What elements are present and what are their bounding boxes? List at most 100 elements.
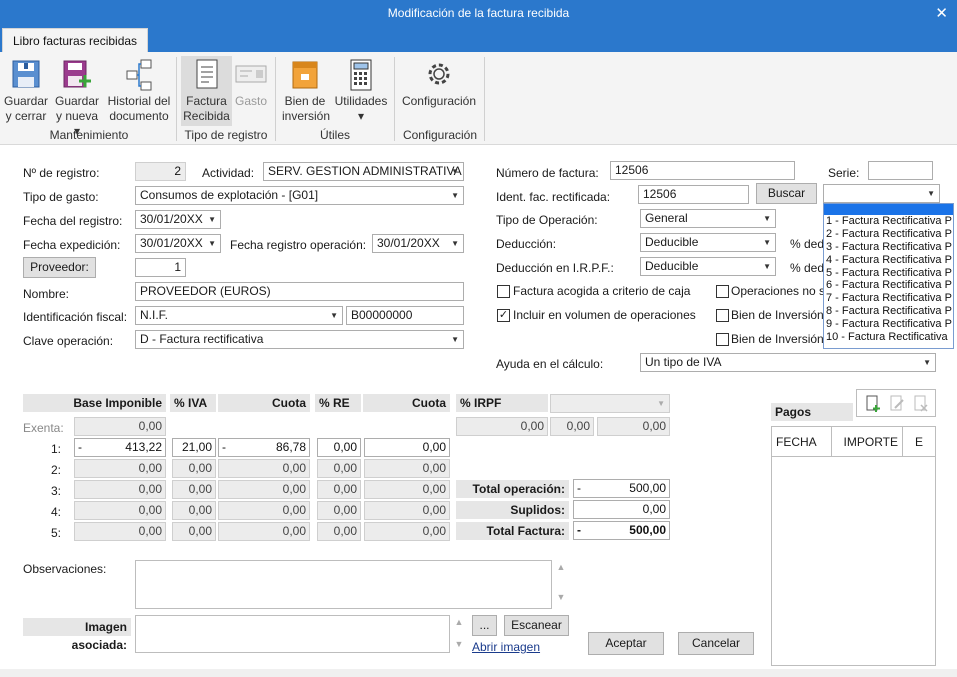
dropdown-item[interactable]: 10 - Factura Rectificativa — [824, 331, 953, 344]
dropdown-item[interactable]: 4 - Factura Rectificativa P — [824, 254, 953, 267]
cuota-re-input-5[interactable]: 0,00 — [364, 522, 450, 541]
base-input-3[interactable]: 0,00 — [74, 480, 166, 499]
iva-input-2[interactable]: 0,00 — [172, 459, 216, 478]
utilidades-button[interactable]: Utilidades ▾ — [333, 58, 389, 124]
dropdown-item[interactable]: 5 - Factura Rectificativa P — [824, 267, 953, 280]
dropdown-item[interactable]: 2 - Factura Rectificativa P — [824, 228, 953, 241]
criterio-caja-checkbox[interactable] — [497, 285, 510, 298]
num-registro-input[interactable]: 2 — [135, 162, 186, 181]
pagos-col-fecha[interactable]: FECHA — [772, 427, 832, 457]
ayuda-select[interactable]: Un tipo de IVA ▼ — [640, 353, 936, 372]
gear-icon — [423, 58, 455, 92]
cancelar-button[interactable]: Cancelar — [678, 632, 754, 655]
chevron-down-icon: ▼ — [330, 311, 338, 320]
re-input-5[interactable]: 0,00 — [317, 522, 361, 541]
close-icon[interactable]: ✕ — [935, 4, 948, 22]
tab-libro-facturas[interactable]: Libro facturas recibidas — [2, 28, 149, 53]
dropdown-item[interactable]: 8 - Factura Rectificativa P — [824, 305, 953, 318]
dropdown-item[interactable]: 1 - Factura Rectificativa P — [824, 215, 953, 228]
bien-inversion-button[interactable]: Bien de inversión — [282, 58, 330, 124]
deduccion-select[interactable]: Deducible ▼ — [640, 233, 776, 252]
expense-ticket-icon — [235, 58, 267, 92]
chevron-down-icon: ▼ — [763, 214, 771, 223]
ayuda-label: Ayuda en el cálculo: — [496, 357, 604, 371]
re-input-4[interactable]: 0,00 — [317, 501, 361, 520]
fecha-expedicion-input[interactable]: 30/01/20XX ▼ — [135, 234, 221, 253]
cuota-re-input-3[interactable]: 0,00 — [364, 480, 450, 499]
cuota-re-input-4[interactable]: 0,00 — [364, 501, 450, 520]
edit-document-icon[interactable] — [889, 395, 905, 416]
observaciones-scrollbar[interactable]: ▲ ▼ — [554, 562, 568, 608]
re-input-1[interactable]: 0,00 — [317, 438, 361, 457]
exenta-input[interactable]: 0,00 — [74, 417, 166, 436]
guardar-cerrar-button[interactable]: Guardar y cerrar — [4, 58, 48, 124]
irpf-select[interactable]: ▼ — [550, 394, 670, 413]
irpf-cuota-input[interactable]: 0,00 — [597, 417, 670, 436]
configuracion-button[interactable]: Configuración — [400, 58, 478, 109]
dropdown-item[interactable]: 7 - Factura Rectificativa P — [824, 292, 953, 305]
rectificativa-select[interactable]: ▼ — [823, 184, 940, 203]
volumen-operaciones-checkbox[interactable]: ✓ — [497, 309, 510, 322]
cuota-re-input-1[interactable]: 0,00 — [364, 438, 450, 457]
proveedor-input[interactable]: 1 — [135, 258, 186, 277]
gasto-button[interactable]: Gasto — [233, 58, 269, 109]
dropdown-selected-row[interactable] — [824, 204, 953, 215]
iva-input-3[interactable]: 0,00 — [172, 480, 216, 499]
cuota-input-2[interactable]: 0,00 — [218, 459, 310, 478]
ident-rect-input[interactable]: 12506 — [638, 185, 749, 204]
fecha-reg-op-input[interactable]: 30/01/20XX ▼ — [372, 234, 464, 253]
cuota-input-5[interactable]: 0,00 — [218, 522, 310, 541]
suplidos-input[interactable]: 0,00 — [573, 500, 670, 519]
browse-button[interactable]: ... — [472, 615, 497, 636]
cuota-input-1[interactable]: -86,78 — [218, 438, 310, 457]
cuota-re-input-2[interactable]: 0,00 — [364, 459, 450, 478]
buscar-button[interactable]: Buscar — [756, 183, 817, 204]
dropdown-item[interactable]: 6 - Factura Rectificativa P — [824, 279, 953, 292]
nombre-input[interactable]: PROVEEDOR (EUROS) — [135, 282, 464, 301]
aceptar-button[interactable]: Aceptar — [588, 632, 664, 655]
imagen-asociada-field[interactable] — [135, 615, 450, 653]
observaciones-textarea[interactable] — [135, 560, 552, 609]
tipo-gasto-select[interactable]: Consumos de explotación - [G01] ▼ — [135, 186, 464, 205]
base-input-2[interactable]: 0,00 — [74, 459, 166, 478]
base-input-4[interactable]: 0,00 — [74, 501, 166, 520]
fecha-registro-input[interactable]: 30/01/20XX ▼ — [135, 210, 221, 229]
deduccion-irpf-select[interactable]: Deducible ▼ — [640, 257, 776, 276]
tipo-op-select[interactable]: General ▼ — [640, 209, 776, 228]
re-input-2[interactable]: 0,00 — [317, 459, 361, 478]
abrir-imagen-link[interactable]: Abrir imagen — [472, 640, 540, 654]
actividad-select[interactable]: SERV. GESTION ADMINISTRATIVA ▼ — [263, 162, 464, 181]
pagos-col-e[interactable]: E — [903, 427, 935, 457]
escanear-button[interactable]: Escanear — [504, 615, 569, 636]
iva-input-1[interactable]: 21,00 — [172, 438, 216, 457]
num-factura-input[interactable]: 12506 — [610, 161, 795, 180]
pagos-col-importe[interactable]: IMPORTE — [832, 427, 903, 457]
factura-recibida-button[interactable]: Factura Recibida — [181, 56, 232, 126]
irpf-base-input[interactable]: 0,00 — [456, 417, 548, 436]
cuota-input-3[interactable]: 0,00 — [218, 480, 310, 499]
operaciones-no-sujetas-checkbox[interactable] — [716, 285, 729, 298]
delete-document-icon[interactable] — [913, 395, 929, 416]
irpf-pct-input[interactable]: 0,00 — [550, 417, 594, 436]
clave-op-select[interactable]: D - Factura rectificativa ▼ — [135, 330, 464, 349]
dropdown-item[interactable]: 3 - Factura Rectificativa P — [824, 241, 953, 254]
base-input-1[interactable]: -413,22 — [74, 438, 166, 457]
proveedor-button[interactable]: Proveedor: — [23, 257, 96, 278]
pct-ded-label: % ded — [790, 237, 825, 251]
ident-fiscal-tipo-select[interactable]: N.I.F. ▼ — [135, 306, 343, 325]
historial-documento-button[interactable]: Historial del documento — [106, 58, 172, 124]
base-input-5[interactable]: 0,00 — [74, 522, 166, 541]
ident-fiscal-input[interactable]: B00000000 — [346, 306, 464, 325]
dropdown-item[interactable]: 9 - Factura Rectificativa P — [824, 318, 953, 331]
guardar-nueva-button[interactable]: Guardar y nueva ▾ — [54, 58, 100, 139]
re-input-3[interactable]: 0,00 — [317, 480, 361, 499]
bien-inversion-checkbox-2[interactable] — [716, 333, 729, 346]
serie-input[interactable] — [868, 161, 933, 180]
cuota-input-4[interactable]: 0,00 — [218, 501, 310, 520]
bien-inversion-checkbox-1[interactable] — [716, 309, 729, 322]
iva-input-5[interactable]: 0,00 — [172, 522, 216, 541]
iva-input-4[interactable]: 0,00 — [172, 501, 216, 520]
imagen-scrollbar[interactable]: ▲ ▼ — [452, 617, 466, 653]
new-document-icon[interactable] — [865, 395, 881, 416]
pagos-grid[interactable]: FECHA IMPORTE E — [771, 426, 936, 666]
